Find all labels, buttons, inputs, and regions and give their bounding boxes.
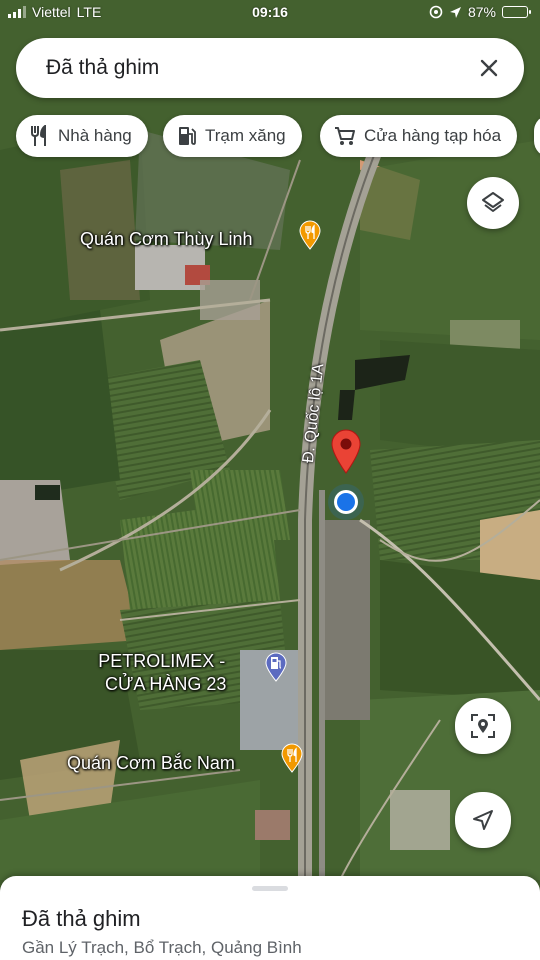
chip-label: Trạm xăng (205, 126, 286, 145)
dropped-pin-icon[interactable] (329, 427, 363, 475)
location-services-icon (449, 6, 461, 18)
place-target-icon (471, 714, 495, 738)
place-address: Gần Lý Trạch, Bổ Trạch, Quảng Bình (22, 938, 302, 957)
chip-gas-stations[interactable]: Trạm xăng (163, 115, 302, 157)
place-bottom-sheet[interactable]: Đã thả ghim Gần Lý Trạch, Bổ Trạch, Quản… (0, 876, 540, 960)
status-bar: Viettel LTE 09:16 87% (0, 0, 540, 26)
poi-label-petrolimex-line1: PETROLIMEX - (98, 651, 226, 671)
battery-percent: 87% (467, 4, 496, 20)
sheet-drag-handle[interactable] (252, 886, 288, 891)
layers-icon (482, 192, 504, 212)
navigate-button[interactable] (455, 792, 511, 848)
search-bar[interactable]: Đã thả ghim (16, 38, 524, 98)
current-location-dot (328, 484, 364, 520)
restaurant-icon (31, 125, 46, 146)
restaurant-pin-icon[interactable] (280, 743, 304, 773)
chip-grocery-stores[interactable]: Cửa hàng tạp hóa (320, 115, 518, 157)
status-right: 87% (429, 4, 531, 20)
place-target-button[interactable] (455, 698, 511, 754)
chip-label: Nhà hàng (58, 126, 132, 145)
battery-icon (502, 6, 531, 18)
chip-label: Cửa hàng tạp hóa (364, 126, 502, 145)
close-icon[interactable] (474, 53, 504, 83)
shopping-cart-icon (335, 127, 355, 145)
place-title: Đã thả ghim (22, 906, 141, 931)
poi-label-bac-nam[interactable]: Quán Cơm Bắc Nam (67, 752, 235, 775)
restaurant-pin-icon[interactable] (298, 220, 322, 250)
layers-button[interactable] (467, 177, 519, 229)
chip-restaurants[interactable]: Nhà hàng (16, 115, 148, 157)
orientation-lock-icon (429, 5, 443, 19)
poi-label-petrolimex-line2: CỬA HÀNG 23 (105, 674, 227, 694)
gas-station-pin-icon[interactable] (264, 652, 288, 682)
navigation-arrow-icon (473, 810, 493, 830)
search-query[interactable]: Đã thả ghim (46, 56, 159, 80)
poi-label-petrolimex[interactable]: PETROLIMEX - CỬA HÀNG 23 (97, 650, 226, 696)
poi-label-thuy-linh[interactable]: Quán Cơm Thùy Linh (80, 228, 253, 251)
gas-station-icon (179, 127, 196, 145)
